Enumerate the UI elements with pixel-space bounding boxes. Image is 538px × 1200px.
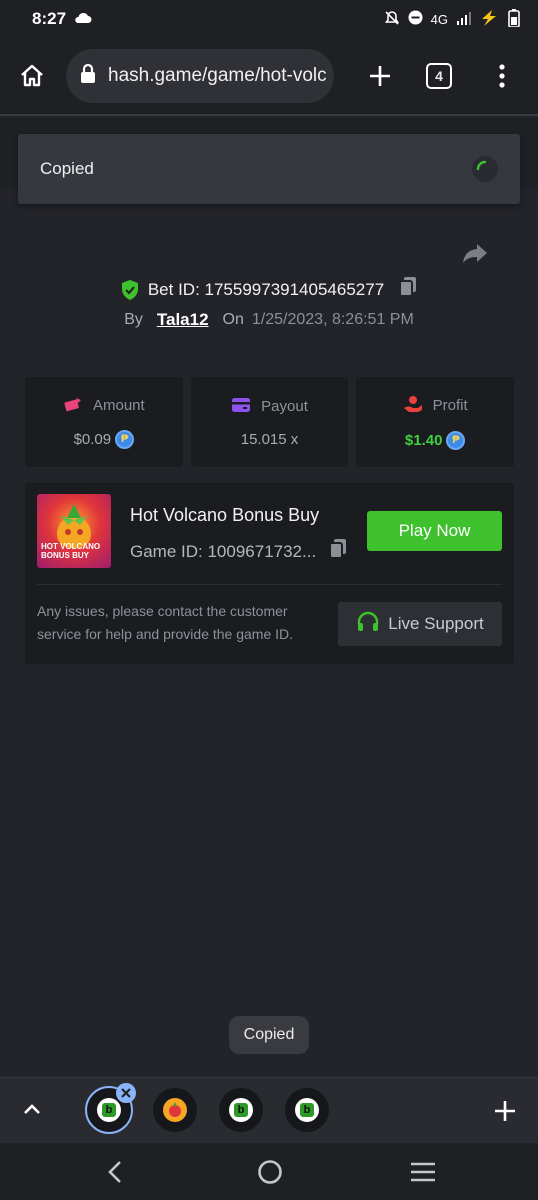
bet-stats: Amount $0.09 ₱ Payout 15.015 x Profit $1… — [25, 377, 515, 467]
user-link[interactable]: Tala12 — [157, 310, 209, 330]
game-favicon-icon — [163, 1098, 187, 1122]
url-text: hash.game/game/hot-volc — [108, 65, 327, 86]
chevron-up-icon[interactable] — [20, 1098, 44, 1122]
home-icon — [21, 64, 43, 87]
hand-coins-icon — [403, 395, 423, 417]
site-favicon-icon: b — [229, 1098, 253, 1122]
browser-toolbar: hash.game/game/hot-volc 4 — [0, 38, 538, 116]
stat-label: Amount — [92, 397, 145, 414]
stat-amount: Amount $0.09 ₱ — [25, 377, 183, 467]
tab-favicon[interactable]: b — [285, 1088, 329, 1132]
status-time: 8:27 — [32, 9, 67, 28]
signal-icon — [456, 11, 472, 28]
status-bar: 8:27 4G — [0, 0, 538, 38]
overflow-menu-button[interactable] — [492, 56, 512, 96]
money-wings-icon — [63, 396, 83, 416]
live-support-label: Live Support — [388, 614, 484, 633]
peso-coin-icon: ₱ — [115, 429, 135, 449]
back-icon[interactable] — [104, 1159, 126, 1190]
headset-icon — [356, 610, 380, 639]
tab-count: 4 — [435, 68, 443, 84]
notifications-off-icon — [384, 10, 400, 29]
stat-value: 15.015 x — [240, 430, 299, 448]
support-help-text: Any issues, please contact the customer … — [37, 603, 294, 642]
tab-favicon[interactable] — [153, 1088, 197, 1132]
home-circle-icon[interactable] — [257, 1159, 283, 1190]
cloud-icon — [74, 9, 92, 29]
copied-notification: Copied — [18, 134, 520, 204]
divider — [37, 584, 502, 585]
stat-value: $1.40 — [404, 431, 443, 449]
system-nav-bar — [0, 1143, 538, 1200]
stat-payout: Payout 15.015 x — [190, 377, 349, 467]
stat-label: Profit — [432, 397, 468, 414]
plus-icon — [370, 66, 390, 86]
network-type: 4G — [430, 11, 448, 27]
game-title: Hot Volcano Bonus Buy — [130, 505, 320, 525]
on-label: On — [222, 311, 244, 328]
lightning-icon — [480, 9, 500, 29]
peso-coin-icon: ₱ — [446, 430, 466, 450]
game-id-text: Game ID: 1009671732... — [130, 541, 317, 561]
tab-favicon[interactable]: b — [219, 1088, 263, 1132]
do-not-disturb-icon — [408, 10, 423, 28]
bet-date: 1/25/2023, 8:26:51 PM — [251, 311, 414, 328]
bet-id-text: Bet ID: 1755997391405465277 — [147, 279, 385, 299]
address-bar[interactable]: hash.game/game/hot-volc — [66, 49, 334, 103]
close-tab-icon[interactable] — [116, 1083, 136, 1103]
by-label: By — [124, 311, 143, 328]
copied-toast: Copied — [229, 1016, 309, 1054]
site-favicon-icon: b — [97, 1098, 121, 1122]
more-vert-icon — [499, 64, 505, 88]
stat-value: $0.09 — [73, 430, 112, 448]
game-card: HOT VOLCANO BONUS BUY Hot Volcano Bonus … — [25, 483, 514, 664]
copy-icon[interactable] — [398, 276, 418, 303]
loading-spinner-icon — [472, 156, 498, 182]
verified-shield-icon — [120, 279, 140, 301]
battery-icon — [508, 8, 520, 30]
stat-profit: Profit $1.40 ₱ — [356, 377, 515, 467]
play-now-button[interactable]: Play Now — [367, 511, 502, 551]
copied-notification-label: Copied — [40, 159, 94, 178]
stat-label: Payout — [261, 398, 308, 415]
recents-menu-icon[interactable] — [410, 1161, 436, 1188]
tab-strip: b b b — [0, 1077, 538, 1143]
share-icon[interactable] — [460, 238, 490, 268]
add-tab-icon[interactable] — [492, 1098, 518, 1124]
game-thumbnail[interactable]: HOT VOLCANO BONUS BUY — [37, 494, 111, 568]
game-id-row: Game ID: 1009671732... — [130, 538, 348, 565]
bet-id-row: Bet ID: 1755997391405465277 — [0, 276, 538, 303]
tab-switcher-button[interactable]: 4 — [426, 63, 452, 89]
lock-icon — [80, 63, 96, 89]
bet-author-row: By Tala12 On 1/25/2023, 8:26:51 PM — [0, 310, 538, 330]
site-favicon-icon: b — [295, 1098, 319, 1122]
live-support-button[interactable]: Live Support — [338, 602, 502, 646]
new-tab-button[interactable] — [360, 56, 400, 96]
thumbnail-caption: HOT VOLCANO BONUS BUY — [41, 542, 101, 560]
home-button[interactable] — [12, 56, 52, 96]
wallet-icon — [231, 397, 251, 417]
copy-game-id-icon[interactable] — [328, 538, 348, 565]
